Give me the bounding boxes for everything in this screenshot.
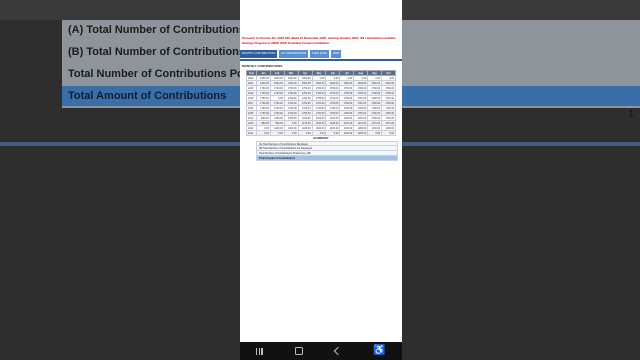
tab-wisp[interactable]: WISP bbox=[330, 50, 342, 58]
tab-underline bbox=[240, 59, 402, 61]
tab-ec-contributions[interactable]: EC CONTRIBUTIONS bbox=[279, 50, 309, 58]
recent-apps-icon[interactable] bbox=[256, 347, 263, 355]
tab-flexi-fund[interactable]: FLEXI FUND bbox=[310, 50, 329, 58]
background-total-value: 1 bbox=[627, 108, 634, 120]
summary-row-total-amount: Total Amount of Contributions bbox=[256, 156, 398, 161]
year-cell: 2011 bbox=[246, 130, 257, 136]
contribution-notice: Pursuant to Circular No. 2020-032 dated … bbox=[242, 36, 396, 45]
contribution-cell: 0.00 bbox=[297, 130, 313, 136]
contribution-cell: 0.00 bbox=[381, 130, 396, 136]
contribution-cell: 1160.00 bbox=[353, 130, 369, 136]
contributions-table: Year Jan Feb Mar Apr May Jun Jul Aug Sep… bbox=[246, 70, 396, 136]
accessibility-icon[interactable]: ♿ bbox=[373, 346, 385, 356]
contribution-cell: 0.00 bbox=[311, 130, 327, 136]
contribution-cell: 0.00 bbox=[255, 130, 271, 136]
table-row: 2011 0.00 0.00 0.00 0.00 0.00 0.00 1160.00 1160.… bbox=[246, 130, 396, 136]
android-navigation-bar: ♿ bbox=[240, 342, 402, 360]
phone-screen: Pursuant to Circular No. 2020-032 dated … bbox=[240, 0, 402, 342]
home-icon[interactable] bbox=[294, 347, 303, 355]
back-icon[interactable] bbox=[333, 346, 343, 356]
section-title: MONTHLY CONTRIBUTIONS bbox=[242, 64, 283, 68]
summary-table: (A) Total Number of Contributions Displa… bbox=[256, 141, 398, 161]
contribution-tabs: MONTHLY CONTRIBUTIONS EC CONTRIBUTIONS F… bbox=[240, 50, 402, 58]
contribution-cell: 1160.00 bbox=[339, 130, 355, 136]
contribution-cell: 0.00 bbox=[269, 130, 285, 136]
contribution-cell: 0.00 bbox=[325, 130, 341, 136]
contribution-cell: 0.00 bbox=[283, 130, 299, 136]
summary-title: SUMMARY bbox=[313, 136, 329, 140]
tab-monthly-contributions[interactable]: MONTHLY CONTRIBUTIONS bbox=[240, 50, 278, 58]
table-body: 2022 1600.00 1600.00 1600.00 1600.00 0.00 0.00… bbox=[246, 75, 396, 136]
contribution-cell: 0.00 bbox=[367, 130, 383, 136]
